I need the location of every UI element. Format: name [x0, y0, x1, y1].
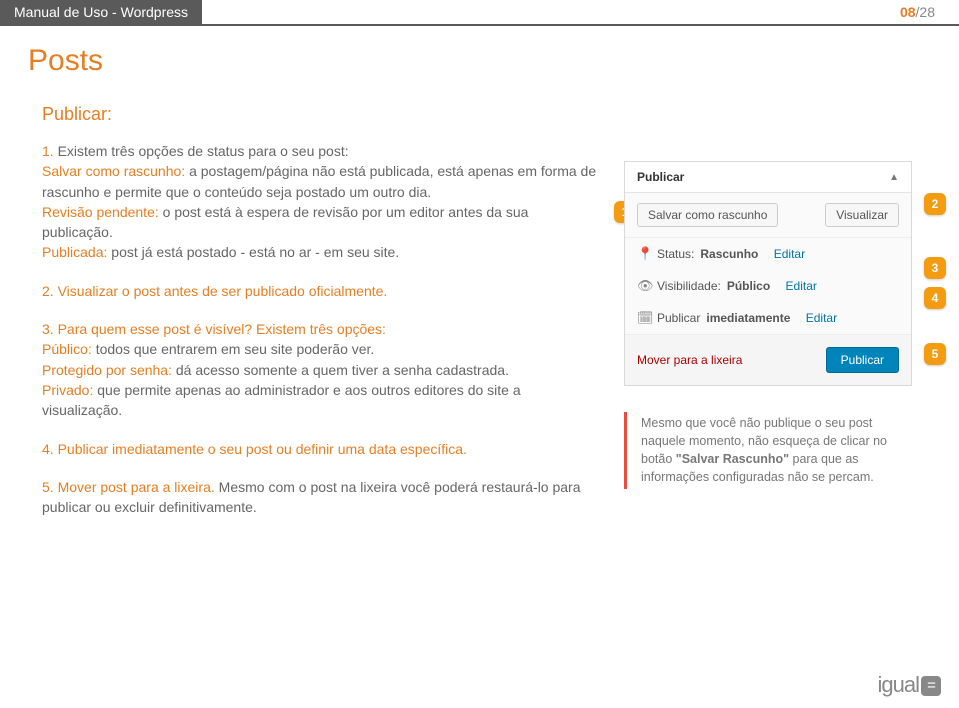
- option-label: Publicada:: [42, 244, 107, 260]
- paragraph-5: 5. Mover post para a lixeira. Mesmo com …: [42, 477, 602, 518]
- status-label: Status:: [657, 247, 694, 261]
- paragraph-4: 4. Publicar imediatamente o seu post ou …: [42, 439, 602, 459]
- edit-visibility-link[interactable]: Editar: [786, 279, 817, 293]
- page-total: /28: [916, 4, 935, 20]
- option-label: Protegido por senha:: [42, 362, 172, 378]
- option-label: Privado:: [42, 382, 93, 398]
- pin-icon: 📍: [637, 246, 651, 262]
- brand-logo: igual=: [878, 672, 941, 698]
- step-text: Para quem esse post é visível? Existem t…: [58, 321, 386, 337]
- doc-title: Manual de Uso - Wordpress: [0, 0, 202, 26]
- panel-title: Publicar: [637, 170, 684, 184]
- visibility-label: Visibilidade:: [657, 279, 721, 293]
- step-number: 1.: [42, 143, 58, 159]
- edit-schedule-link[interactable]: Editar: [806, 311, 837, 325]
- callout-badge-5: 5: [924, 343, 946, 365]
- calendar-icon: 🗓: [637, 310, 651, 326]
- status-value: Rascunho: [700, 247, 758, 261]
- option-label: Revisão pendente:: [42, 204, 159, 220]
- save-draft-button[interactable]: Salvar como rascunho: [637, 203, 778, 227]
- tip-note: Mesmo que você não publique o seu post n…: [624, 412, 914, 489]
- step-number: 5.: [42, 479, 58, 495]
- callout-badge-3: 3: [924, 257, 946, 279]
- status-row: 📍 Status: Rascunho Editar: [625, 238, 911, 270]
- option-label: Salvar como rascunho:: [42, 163, 185, 179]
- option-text: dá acesso somente a quem tiver a senha c…: [172, 362, 509, 378]
- step-text: Visualizar o post antes de ser publicado…: [58, 283, 388, 299]
- page-title: Posts: [28, 44, 931, 78]
- publish-panel: Publicar ▲ Salvar como rascunho Visualiz…: [624, 161, 912, 386]
- panel-header[interactable]: Publicar ▲: [625, 162, 911, 193]
- paragraph-3: 3. Para quem esse post é visível? Existe…: [42, 319, 602, 420]
- note-bold: "Salvar Rascunho": [676, 452, 789, 466]
- brand-icon: =: [921, 676, 941, 696]
- publish-label: Publicar: [657, 311, 700, 325]
- publish-value: imediatamente: [706, 311, 790, 325]
- visibility-value: Público: [727, 279, 770, 293]
- callout-badge-4: 4: [924, 287, 946, 309]
- option-text: que permite apenas ao administrador e ao…: [42, 382, 521, 418]
- move-to-trash-link[interactable]: Mover para a lixeira: [637, 353, 742, 367]
- page-current: 08: [900, 4, 916, 20]
- paragraph-2: 2. Visualizar o post antes de ser public…: [42, 281, 602, 301]
- step-text: Publicar imediatamente o seu post ou def…: [58, 441, 467, 457]
- step-number: 3.: [42, 321, 58, 337]
- paragraph-1: 1. Existem três opções de status para o …: [42, 141, 602, 263]
- edit-status-link[interactable]: Editar: [774, 247, 805, 261]
- brand-text: igual: [878, 672, 919, 697]
- step-label: Mover post para a lixeira.: [58, 479, 215, 495]
- page-number: 08/28: [900, 4, 935, 20]
- section-heading: Publicar:: [42, 104, 931, 125]
- step-number: 4.: [42, 441, 58, 457]
- step-text: Existem três opções de status para o seu…: [58, 143, 349, 159]
- callout-badge-2: 2: [924, 193, 946, 215]
- step-number: 2.: [42, 283, 58, 299]
- eye-icon: 👁: [637, 278, 651, 294]
- publish-button[interactable]: Publicar: [826, 347, 899, 373]
- visibility-row: 👁 Visibilidade: Público Editar: [625, 270, 911, 302]
- schedule-row: 🗓 Publicar imediatamente Editar: [625, 302, 911, 334]
- option-label: Público:: [42, 341, 92, 357]
- preview-button[interactable]: Visualizar: [825, 203, 899, 227]
- header-divider: [0, 24, 959, 26]
- option-text: todos que entrarem em seu site poderão v…: [92, 341, 375, 357]
- chevron-up-icon: ▲: [889, 172, 899, 183]
- option-text: post já está postado - está no ar - em s…: [107, 244, 399, 260]
